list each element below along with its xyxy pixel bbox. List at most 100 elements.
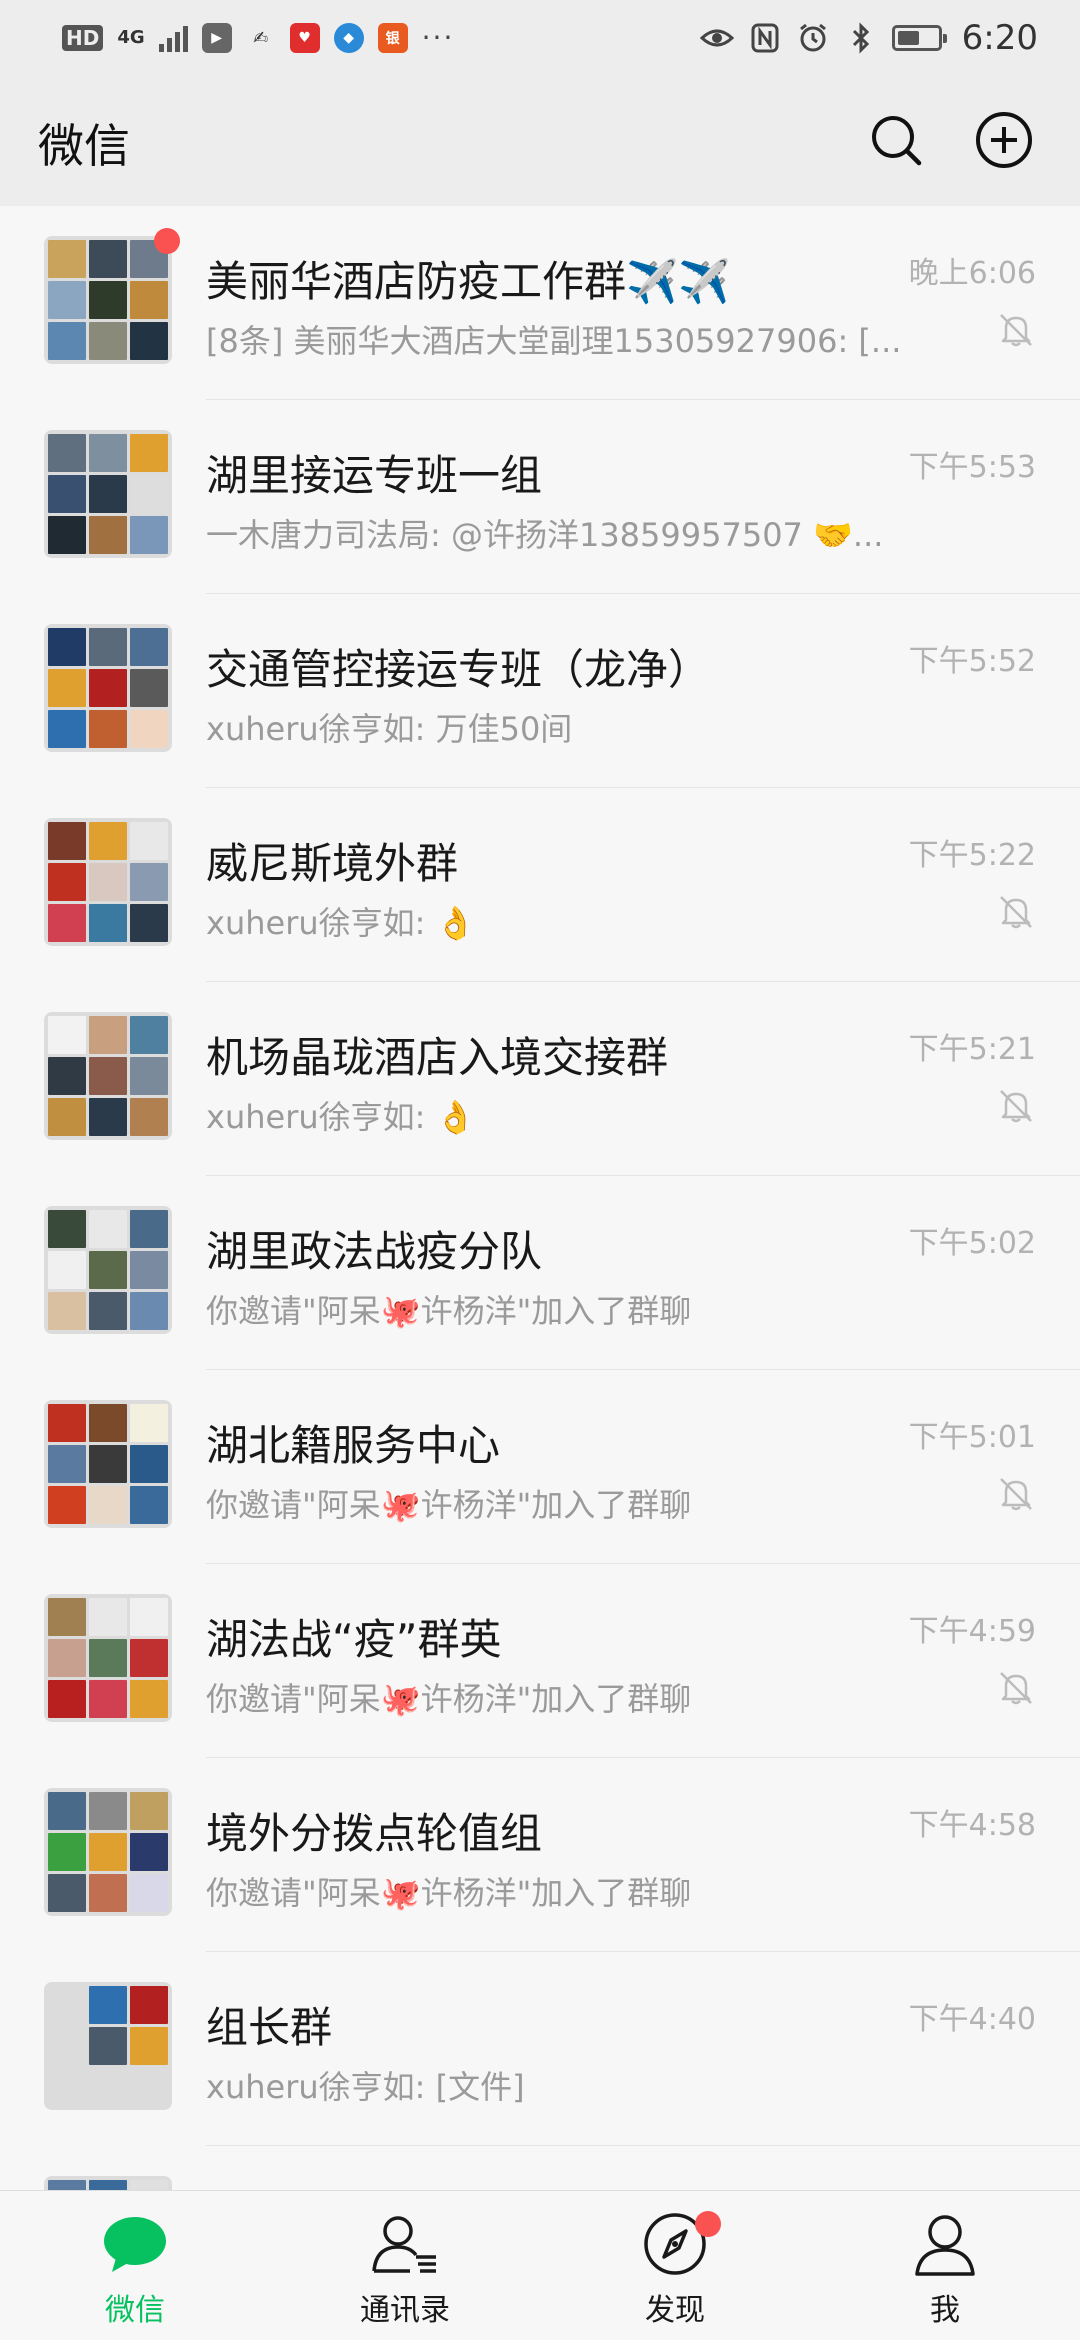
chat-name: 境外分拨点轮值组 xyxy=(206,1809,543,1858)
avatar-tile xyxy=(48,1486,86,1524)
avatar-tile xyxy=(89,2180,127,2190)
avatar-tile xyxy=(130,1098,168,1136)
chat-preview: 你邀请"阿呆🐙许杨洋"加入了群聊 xyxy=(206,1874,692,1912)
news-app-icon: ✍ xyxy=(245,23,276,53)
page-title: 微信 xyxy=(38,119,130,173)
tab-discover[interactable]: 发现 xyxy=(540,2191,810,2340)
mute-bell-icon xyxy=(996,1086,1036,1126)
avatar-tile xyxy=(48,1445,86,1483)
avatar-tile xyxy=(130,281,168,319)
avatar-tile xyxy=(89,1639,127,1677)
avatar-tile xyxy=(130,822,168,860)
avatar-tile xyxy=(48,1792,86,1830)
avatar-tile xyxy=(89,904,127,942)
chat-bubble-icon xyxy=(100,2209,170,2279)
chat-list-item[interactable] xyxy=(0,2146,1080,2190)
group-avatar xyxy=(44,228,180,364)
chat-name: 机场晶珑酒店入境交接群 xyxy=(206,1033,669,1082)
mute-bell-icon xyxy=(996,1474,1036,1514)
group-avatar xyxy=(44,1982,172,2110)
chat-list[interactable]: 美丽华酒店防疫工作群✈️✈️ 晚上6:06 [8条] 美丽华大酒店大堂副理153… xyxy=(0,206,1080,2190)
chat-time: 下午5:02 xyxy=(908,1226,1036,1261)
chat-name: 湖里政法战疫分队 xyxy=(206,1227,543,1276)
group-avatar xyxy=(44,818,172,946)
chat-list-item[interactable]: 湖法战“疫”群英 下午4:59 你邀请"阿呆🐙许杨洋"加入了群聊 xyxy=(0,1564,1080,1758)
avatar-tile xyxy=(89,475,127,513)
chat-time: 下午4:59 xyxy=(908,1614,1036,1649)
avatar-tile xyxy=(48,2027,86,2065)
tab-label: 发现 xyxy=(645,2293,705,2328)
avatar-tile xyxy=(89,1210,127,1248)
status-time: 6:20 xyxy=(961,18,1038,58)
avatar-tile xyxy=(48,1404,86,1442)
chat-list-item[interactable]: 威尼斯境外群 下午5:22 xuheru徐亨如: 👌 xyxy=(0,788,1080,982)
chat-list-item[interactable]: 美丽华酒店防疫工作群✈️✈️ 晚上6:06 [8条] 美丽华大酒店大堂副理153… xyxy=(0,206,1080,400)
avatar-tile xyxy=(89,1445,127,1483)
signal-icon xyxy=(158,24,188,52)
more-notifications-icon: ··· xyxy=(421,21,455,54)
tab-chats[interactable]: 微信 xyxy=(0,2191,270,2340)
avatar-tile xyxy=(130,516,168,554)
tab-label: 我 xyxy=(930,2293,960,2328)
avatar-tile xyxy=(48,1210,86,1248)
chat-preview: xuheru徐亨如: 万佳50间 xyxy=(206,710,573,748)
avatar-tile xyxy=(89,322,127,360)
avatar-tile xyxy=(130,669,168,707)
chat-time: 下午4:58 xyxy=(908,1808,1036,1843)
chat-time: 下午5:22 xyxy=(908,838,1036,873)
avatar-tile xyxy=(48,1874,86,1912)
avatar-tile xyxy=(130,1680,168,1718)
avatar-tile xyxy=(130,1445,168,1483)
tab-contacts[interactable]: 通讯录 xyxy=(270,2191,540,2340)
avatar-tile xyxy=(89,628,127,666)
chat-list-item[interactable]: 湖里政法战疫分队 下午5:02 你邀请"阿呆🐙许杨洋"加入了群聊 xyxy=(0,1176,1080,1370)
avatar-tile xyxy=(130,1639,168,1677)
chat-time: 下午5:53 xyxy=(908,450,1036,485)
group-avatar xyxy=(44,1206,172,1334)
avatar-tile xyxy=(89,1057,127,1095)
avatar-tile xyxy=(130,1404,168,1442)
bank-app-icon: 银 xyxy=(377,23,408,53)
chat-list-item[interactable]: 湖北籍服务中心 下午5:01 你邀请"阿呆🐙许杨洋"加入了群聊 xyxy=(0,1370,1080,1564)
add-button[interactable] xyxy=(972,108,1036,172)
chat-list-item[interactable]: 机场晶珑酒店入境交接群 下午5:21 xuheru徐亨如: 👌 xyxy=(0,982,1080,1176)
avatar-tile xyxy=(89,1292,127,1330)
search-button[interactable] xyxy=(864,108,928,172)
browser-app-icon: ◆ xyxy=(333,23,364,53)
avatar-tile xyxy=(89,1874,127,1912)
chat-list-item[interactable]: 湖里接运专班一组 下午5:53 一木唐力司法局: @许扬洋13859957507… xyxy=(0,400,1080,594)
avatar-tile xyxy=(130,1292,168,1330)
avatar-tile xyxy=(89,863,127,901)
avatar-tile xyxy=(48,434,86,472)
chat-name: 美丽华酒店防疫工作群✈️✈️ xyxy=(206,257,731,306)
contacts-icon xyxy=(370,2209,440,2279)
tab-me[interactable]: 我 xyxy=(810,2191,1080,2340)
avatar-tile xyxy=(89,240,127,278)
avatar-tile xyxy=(130,904,168,942)
avatar-tile xyxy=(48,1057,86,1095)
chat-preview: xuheru徐亨如: 👌 xyxy=(206,904,476,942)
chat-list-item[interactable]: 组长群 下午4:40 xuheru徐亨如: [文件] xyxy=(0,1952,1080,2146)
avatar-tile xyxy=(130,1792,168,1830)
avatar-tile xyxy=(89,1098,127,1136)
group-avatar xyxy=(44,1594,172,1722)
nfc-icon xyxy=(748,21,782,55)
chat-preview: xuheru徐亨如: [文件] xyxy=(206,2068,525,2106)
avatar-tile xyxy=(130,1057,168,1095)
chat-preview: 一木唐力司法局: @许扬洋13859957507 🤝... xyxy=(206,516,884,554)
chat-list-item[interactable]: 境外分拨点轮值组 下午4:58 你邀请"阿呆🐙许杨洋"加入了群聊 xyxy=(0,1758,1080,1952)
chat-preview: 你邀请"阿呆🐙许杨洋"加入了群聊 xyxy=(206,1680,692,1718)
avatar-tile xyxy=(130,863,168,901)
discover-badge xyxy=(695,2211,721,2237)
avatar-tile xyxy=(48,240,86,278)
group-avatar xyxy=(44,2176,172,2190)
avatar-tile xyxy=(48,281,86,319)
avatar-tile xyxy=(48,863,86,901)
avatar-tile xyxy=(130,434,168,472)
chat-preview: [8条] 美丽华大酒店大堂副理15305927906: [... xyxy=(206,322,902,360)
group-avatar xyxy=(44,1012,172,1140)
status-bar-right: 6:20 xyxy=(699,16,1038,60)
mute-bell-icon xyxy=(996,310,1036,350)
chat-list-item[interactable]: 交通管控接运专班（龙净） 下午5:52 xuheru徐亨如: 万佳50间 xyxy=(0,594,1080,788)
status-bar-left: HD 4G ▶ ✍ ♥ ◆ 银 ··· xyxy=(62,18,454,58)
